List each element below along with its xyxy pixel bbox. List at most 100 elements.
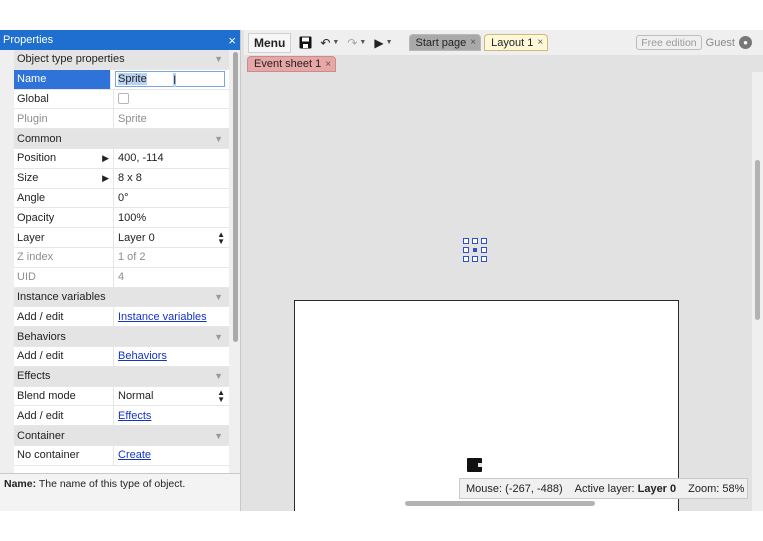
section-behaviors[interactable]: Behaviors ▼ <box>14 327 229 347</box>
resize-handle[interactable] <box>463 247 469 253</box>
select-arrows-icon: ▲ ▼ <box>217 387 225 404</box>
position-value[interactable]: 400, -114 <box>114 149 229 168</box>
property-row-size[interactable]: Size ▶ 8 x 8 <box>14 168 229 189</box>
collapse-icon[interactable]: ▼ <box>214 431 223 441</box>
resize-handle[interactable] <box>481 256 487 262</box>
resize-handle[interactable] <box>481 238 487 244</box>
menu-button[interactable]: Menu <box>248 32 292 53</box>
property-label: Layer <box>14 228 114 247</box>
property-label: Z index <box>14 247 114 267</box>
resize-handle[interactable] <box>472 238 478 244</box>
save-icon[interactable] <box>299 36 312 49</box>
tab-start-page[interactable]: Start page × <box>408 34 482 51</box>
name-field[interactable]: Sprite I <box>115 71 225 88</box>
collapse-icon[interactable]: ▼ <box>214 292 223 302</box>
property-row-effects[interactable]: Add / edit Effects <box>14 406 229 427</box>
tab-label: Start page <box>415 36 467 49</box>
select-arrows-icon: ▲ ▼ <box>217 229 225 246</box>
angle-value[interactable]: 0° <box>114 189 229 208</box>
chevron-down-icon[interactable]: ▼ <box>359 39 366 46</box>
section-effects[interactable]: Effects ▼ <box>14 366 229 387</box>
user-name[interactable]: Guest <box>706 37 735 49</box>
layout-horizontal-scrollbar[interactable] <box>405 501 595 506</box>
expand-icon[interactable]: ▶ <box>102 153 109 164</box>
property-row-blend-mode[interactable]: Blend mode Normal ▲ ▼ <box>14 386 229 407</box>
create-container-link[interactable]: Create <box>118 449 151 461</box>
section-label: Container <box>17 429 65 442</box>
resize-handle[interactable] <box>463 256 469 262</box>
behaviors-link[interactable]: Behaviors <box>118 350 167 362</box>
property-grid: Object type properties ▼ Name Sprite I G… <box>14 50 229 473</box>
property-label: Plugin <box>14 109 114 129</box>
property-row-angle[interactable]: Angle 0° <box>14 188 229 209</box>
property-row-behaviors[interactable]: Add / edit Behaviors <box>14 346 229 367</box>
mouse-value: (-267, -488) <box>505 482 563 495</box>
collapse-icon[interactable]: ▼ <box>214 371 223 381</box>
expand-icon[interactable]: ▶ <box>102 173 109 184</box>
property-row-container[interactable]: No container Create <box>14 445 229 466</box>
property-label: Angle <box>14 188 114 208</box>
redo-icon[interactable]: ↷ ▼ <box>347 36 366 50</box>
edition-badge[interactable]: Free edition <box>636 35 702 50</box>
property-value: 4 <box>118 271 125 284</box>
blend-mode-select[interactable]: Normal ▲ ▼ <box>114 387 229 406</box>
property-row-opacity[interactable]: Opacity 100% <box>14 208 229 229</box>
active-layer-status: Active layer: Layer 0 <box>575 483 677 495</box>
property-row-uid: UID 4 <box>14 267 229 288</box>
resize-handle[interactable] <box>481 247 487 253</box>
play-icon[interactable]: ▶ ▼ <box>374 36 392 50</box>
instance-variables-link[interactable]: Instance variables <box>118 311 207 323</box>
layout-view[interactable] <box>244 72 752 511</box>
origin-point[interactable] <box>473 248 477 252</box>
properties-title-bar: Properties × <box>0 30 240 50</box>
text-cursor-icon: I <box>173 73 177 88</box>
property-description: Name: The name of this type of object. <box>0 473 240 511</box>
close-icon[interactable]: × <box>325 59 331 70</box>
scrollbar-thumb[interactable] <box>755 160 760 320</box>
layer-select[interactable]: Layer 0 ▲ ▼ <box>114 228 229 247</box>
size-value[interactable]: 8 x 8 <box>114 169 229 188</box>
tab-event-sheet-1[interactable]: Event sheet 1 × <box>247 56 337 72</box>
collapse-icon[interactable]: ▼ <box>214 134 223 144</box>
global-checkbox[interactable] <box>118 93 129 105</box>
tab-layout-1[interactable]: Layout 1 × <box>484 34 549 51</box>
collapse-icon[interactable]: ▼ <box>214 332 223 342</box>
close-icon[interactable]: × <box>537 37 543 48</box>
layout-vertical-scrollbar[interactable] <box>752 72 763 511</box>
effects-link[interactable]: Effects <box>118 410 151 422</box>
property-value: 1 of 2 <box>118 251 146 264</box>
property-row-zindex: Z index 1 of 2 <box>14 247 229 268</box>
close-icon[interactable]: × <box>228 33 236 48</box>
chevron-down-icon[interactable]: ▼ <box>386 39 393 46</box>
main-toolbar: Menu ↶ ▼ ↷ ▼ ▶ ▼ Start page × Layout 1 × Fr… <box>244 30 763 55</box>
property-row-layer[interactable]: Layer Layer 0 ▲ ▼ <box>14 228 229 248</box>
resize-handle[interactable] <box>463 238 469 244</box>
property-label: Opacity <box>14 208 114 228</box>
resize-handle[interactable] <box>472 256 478 262</box>
property-label: Add / edit <box>14 307 114 327</box>
undo-icon[interactable]: ↶ ▼ <box>320 36 339 50</box>
properties-scrollbar[interactable] <box>232 52 239 472</box>
collapse-icon[interactable]: ▼ <box>214 54 223 64</box>
section-container[interactable]: Container ▼ <box>14 426 229 446</box>
property-row-global[interactable]: Global <box>14 89 229 110</box>
property-row-position[interactable]: Position ▶ 400, -114 <box>14 148 229 169</box>
chevron-down-icon[interactable]: ▼ <box>332 39 339 46</box>
property-label: UID <box>14 267 114 287</box>
scrollbar-thumb[interactable] <box>233 52 238 342</box>
section-instance-variables[interactable]: Instance variables ▼ <box>14 287 229 308</box>
zoom-value: 58% <box>722 482 745 495</box>
opacity-value[interactable]: 100% <box>114 208 229 227</box>
tab-label: Layout 1 <box>491 36 534 49</box>
property-row-name[interactable]: Name Sprite I <box>14 69 229 90</box>
property-label: Add / edit <box>14 346 114 366</box>
user-avatar-icon[interactable]: ● <box>739 36 752 49</box>
construct-editor: Properties × Object type properties ▼ Na… <box>0 30 763 511</box>
section-common[interactable]: Common ▼ <box>14 129 229 149</box>
selected-sprite-handles[interactable] <box>463 238 487 262</box>
section-object-type[interactable]: Object type properties ▼ <box>14 50 229 70</box>
property-row-instance-variables[interactable]: Add / edit Instance variables <box>14 307 229 328</box>
sprite-object[interactable] <box>467 458 482 472</box>
active-layer-value: Layer 0 <box>637 482 677 495</box>
close-icon[interactable]: × <box>470 37 476 48</box>
